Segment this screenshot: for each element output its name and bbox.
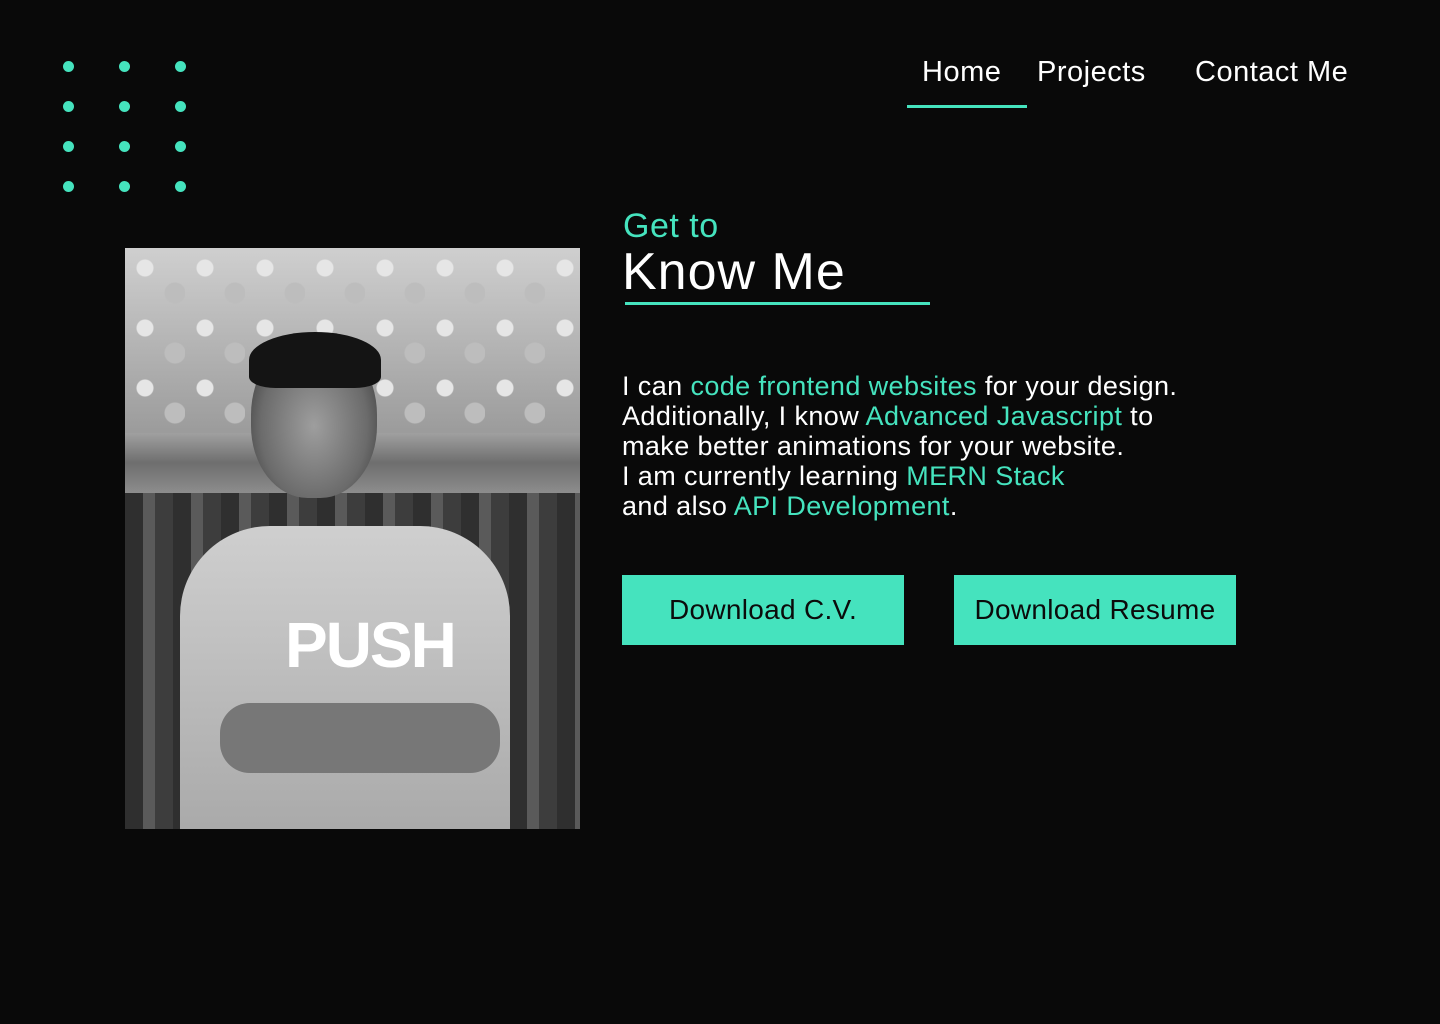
intro-text: make better animations for your website. — [622, 431, 1125, 461]
dot — [63, 181, 74, 192]
intro-paragraph: I can code frontend websites for your de… — [622, 371, 1262, 521]
heading-underline — [625, 302, 930, 305]
section-subheading: Get to — [623, 207, 719, 245]
nav-item-home[interactable]: Home — [922, 56, 1001, 89]
intro-text: to — [1122, 401, 1154, 431]
photo-person-hair — [249, 332, 381, 388]
dot — [175, 181, 186, 192]
intro-highlight: API Development — [733, 491, 950, 521]
photo-person-arms — [220, 703, 500, 773]
dot — [175, 141, 186, 152]
intro-text: for your design. — [976, 371, 1178, 401]
intro-line: I can code frontend websites for your de… — [622, 371, 1262, 401]
nav-active-indicator — [907, 105, 1027, 108]
dot — [63, 141, 74, 152]
page: Home Projects Contact Me PUSH Get to Kno… — [0, 0, 1440, 1024]
intro-line: Additionally, I know Advanced Javascript… — [622, 401, 1262, 431]
nav-item-contact-me[interactable]: Contact Me — [1195, 56, 1348, 89]
intro-text: I am currently learning — [622, 461, 907, 491]
intro-text: . — [949, 491, 958, 521]
photo-shirt-text: PUSH — [285, 609, 457, 681]
intro-text: Additionally, I know — [622, 401, 866, 431]
download-cv-button[interactable]: Download C.V. — [622, 575, 904, 645]
intro-text: and also — [622, 491, 734, 521]
dot — [119, 141, 130, 152]
intro-line: I am currently learning MERN Stack — [622, 461, 1262, 491]
section-heading: Know Me — [622, 243, 846, 301]
intro-highlight: MERN Stack — [906, 461, 1065, 491]
nav-item-projects[interactable]: Projects — [1037, 56, 1146, 89]
intro-highlight: code frontend websites — [690, 371, 977, 401]
main-nav: Home Projects Contact Me — [0, 56, 1440, 116]
intro-highlight: Advanced Javascript — [865, 401, 1123, 431]
intro-line: and also API Development. — [622, 491, 1262, 521]
dot — [119, 181, 130, 192]
intro-text: I can — [622, 371, 691, 401]
profile-photo: PUSH — [125, 248, 580, 829]
intro-line: make better animations for your website. — [622, 431, 1262, 461]
download-resume-button[interactable]: Download Resume — [954, 575, 1236, 645]
